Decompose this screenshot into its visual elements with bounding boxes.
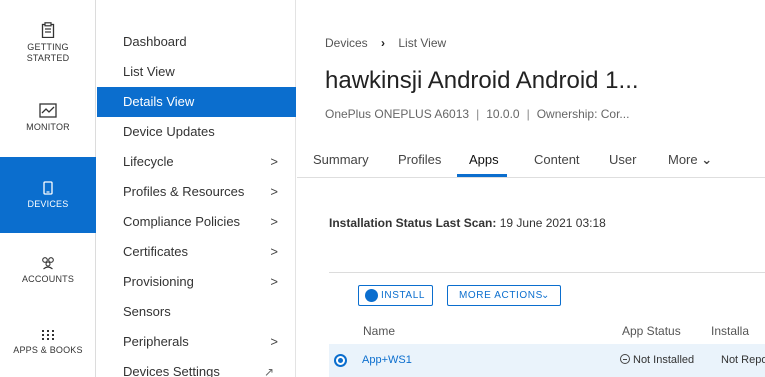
devices-subnav: Dashboard List View Details View Device … bbox=[97, 0, 296, 377]
chevron-right-icon: > bbox=[270, 214, 278, 229]
more-actions-button[interactable]: MORE ACTIONS ⌄ bbox=[447, 285, 561, 306]
column-header-installation-status[interactable]: Installa bbox=[711, 324, 749, 338]
subnav-item-dashboard[interactable]: Dashboard bbox=[97, 27, 296, 57]
subnav-label: Details View bbox=[123, 94, 195, 109]
chevron-right-icon: > bbox=[270, 244, 278, 259]
chevron-down-icon: ⌄ bbox=[541, 290, 550, 301]
rail-item-getting-started[interactable]: GETTING STARTED bbox=[0, 22, 96, 82]
tab-more-label: More bbox=[668, 152, 698, 167]
tab-profiles[interactable]: Profiles bbox=[398, 152, 441, 167]
grid-icon bbox=[42, 330, 54, 340]
column-header-app-status[interactable]: App Status bbox=[622, 324, 681, 338]
install-status: Not Repo bbox=[721, 354, 765, 366]
subnav-label: Compliance Policies bbox=[123, 214, 241, 229]
subnav-item-device-updates[interactable]: Device Updates bbox=[97, 117, 296, 147]
clipboard-icon bbox=[41, 22, 55, 38]
tab-user[interactable]: User bbox=[609, 152, 636, 167]
subnav-item-compliance-policies[interactable]: Compliance Policies > bbox=[97, 207, 296, 237]
page-title: hawkinsji Android Android 1... bbox=[325, 67, 639, 94]
subnav-item-provisioning[interactable]: Provisioning > bbox=[97, 267, 296, 297]
app-status-text: Not Installed bbox=[633, 354, 695, 366]
chart-icon bbox=[39, 103, 57, 118]
subnav-label: Device Updates bbox=[123, 124, 215, 139]
subnav-label: Devices Settings bbox=[123, 364, 220, 377]
subnav-item-devices-settings[interactable]: Devices Settings ↗ bbox=[97, 357, 296, 377]
more-actions-label: MORE ACTIONS bbox=[459, 290, 543, 301]
device-model: OnePlus ONEPLUS A6013 bbox=[325, 107, 470, 121]
rail-item-monitor[interactable]: MONITOR bbox=[0, 103, 96, 153]
app-name-link[interactable]: App+WS1 bbox=[362, 354, 412, 366]
installation-status: Installation Status Last Scan: 19 June 2… bbox=[329, 216, 606, 230]
main-content: Devices › List View hawkinsji Android An… bbox=[297, 0, 765, 377]
rail-label: DEVICES bbox=[27, 199, 69, 209]
primary-nav-rail: GETTING STARTED MONITOR DEVICES ACCOUNTS bbox=[0, 0, 96, 377]
divider: | bbox=[476, 107, 480, 121]
chevron-right-icon: > bbox=[270, 154, 278, 169]
device-version: 10.0.0 bbox=[486, 107, 520, 121]
people-icon bbox=[42, 257, 54, 270]
rail-label: APPS & BOOKS bbox=[13, 345, 83, 355]
external-link-icon: ↗ bbox=[263, 365, 274, 377]
breadcrumb-devices-link[interactable]: Devices bbox=[325, 36, 368, 50]
subnav-item-profiles-resources[interactable]: Profiles & Resources > bbox=[97, 177, 296, 207]
rail-label: GETTING bbox=[27, 42, 69, 52]
row-select-radio[interactable] bbox=[334, 354, 347, 367]
divider bbox=[329, 272, 765, 273]
subnav-label: Lifecycle bbox=[123, 154, 174, 169]
rail-item-accounts[interactable]: ACCOUNTS bbox=[0, 256, 96, 296]
install-icon bbox=[365, 289, 378, 302]
breadcrumb: Devices › List View bbox=[325, 36, 446, 50]
details-tabs: Summary Profiles Apps Content User More … bbox=[297, 140, 765, 178]
breadcrumb-current[interactable]: List View bbox=[398, 36, 446, 50]
subnav-label: Sensors bbox=[123, 304, 171, 319]
status-label: Installation Status Last Scan: bbox=[329, 216, 497, 230]
subnav-item-sensors[interactable]: Sensors bbox=[97, 297, 296, 327]
rail-label: MONITOR bbox=[26, 122, 70, 132]
not-installed-icon bbox=[620, 354, 630, 364]
rail-item-devices[interactable]: DEVICES bbox=[0, 157, 96, 233]
tab-content[interactable]: Content bbox=[534, 152, 580, 167]
active-tab-indicator bbox=[457, 174, 507, 177]
subnav-label: Dashboard bbox=[123, 34, 187, 49]
subnav-label: List View bbox=[123, 64, 175, 79]
column-header-name[interactable]: Name bbox=[363, 324, 395, 338]
rail-item-apps-books[interactable]: APPS & BOOKS bbox=[0, 329, 96, 369]
rail-label: STARTED bbox=[26, 53, 70, 63]
breadcrumb-separator-icon: › bbox=[381, 36, 386, 50]
device-subtitle: OnePlus ONEPLUS A6013 | 10.0.0 | Ownership: … bbox=[325, 107, 629, 121]
device-ownership: Ownership: Cor... bbox=[536, 107, 630, 121]
app-status: Not Installed bbox=[620, 354, 694, 366]
chevron-right-icon: > bbox=[270, 184, 278, 199]
subnav-label: Peripherals bbox=[123, 334, 189, 349]
chevron-down-icon: ⌄ bbox=[701, 152, 713, 167]
install-button-label: INSTALL bbox=[381, 290, 426, 301]
subnav-label: Certificates bbox=[123, 244, 189, 259]
tab-summary[interactable]: Summary bbox=[313, 152, 369, 167]
rail-label: ACCOUNTS bbox=[21, 274, 75, 284]
subnav-label: Provisioning bbox=[123, 274, 194, 289]
table-row[interactable]: App+WS1 Not Installed Not Repo bbox=[329, 344, 765, 377]
tab-more[interactable]: More ⌄ bbox=[668, 152, 712, 168]
divider: | bbox=[526, 107, 530, 121]
subnav-item-lifecycle[interactable]: Lifecycle > bbox=[97, 147, 296, 177]
status-value: 19 June 2021 03:18 bbox=[499, 216, 606, 230]
chevron-right-icon: > bbox=[270, 334, 278, 349]
subnav-label: Profiles & Resources bbox=[123, 184, 245, 199]
tab-apps[interactable]: Apps bbox=[469, 152, 499, 167]
subnav-item-peripherals[interactable]: Peripherals > bbox=[97, 327, 296, 357]
subnav-item-list-view[interactable]: List View bbox=[97, 57, 296, 87]
device-icon bbox=[43, 181, 53, 195]
subnav-item-details-view[interactable]: Details View bbox=[97, 87, 296, 117]
chevron-right-icon: > bbox=[270, 274, 278, 289]
subnav-item-certificates[interactable]: Certificates > bbox=[97, 237, 296, 267]
install-button[interactable]: INSTALL bbox=[358, 285, 433, 306]
